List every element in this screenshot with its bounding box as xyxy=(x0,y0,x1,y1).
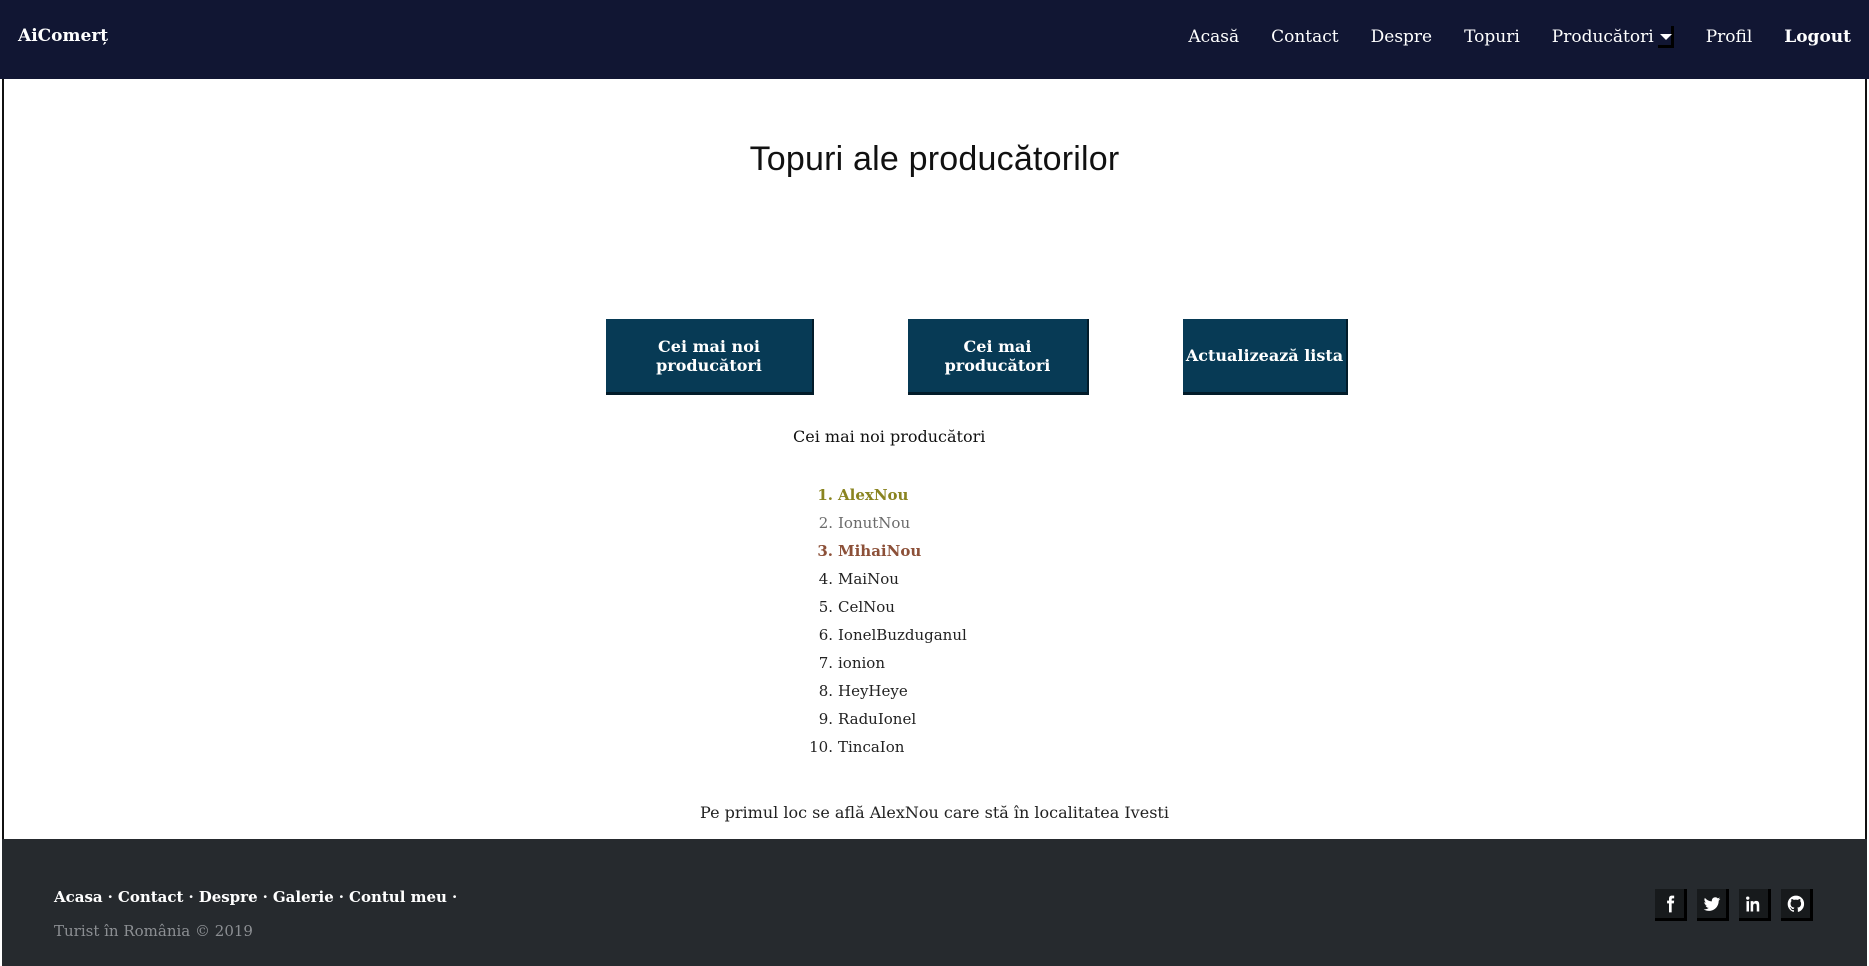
producer-name: IonutNou xyxy=(838,514,911,532)
ranking-item-5: 5. CelNou xyxy=(800,593,967,621)
footer-link-about[interactable]: Despre xyxy=(199,888,258,906)
chevron-down-icon[interactable] xyxy=(1657,26,1674,48)
nav-links: Acasă Contact Despre Topuri Producători … xyxy=(1156,26,1851,48)
ranking-item-8: 8. HeyHeye xyxy=(800,677,967,705)
twitter-icon[interactable] xyxy=(1697,889,1729,921)
producer-name: CelNou xyxy=(838,598,895,616)
nav-profile[interactable]: Profil xyxy=(1706,27,1753,47)
rank-number: 5. xyxy=(818,598,833,616)
ranking-item-1: 1. AlexNou xyxy=(800,481,967,509)
footer-link-gallery[interactable]: Galerie xyxy=(273,888,334,906)
nav-contact[interactable]: Contact xyxy=(1271,27,1339,47)
ranking-item-6: 6. IonelBuzduganul xyxy=(800,621,967,649)
rank-number: 7. xyxy=(818,654,833,672)
producer-name: MihaiNou xyxy=(838,542,922,560)
producer-name: MaiNou xyxy=(838,570,899,588)
ranking-item-7: 7. ionion xyxy=(800,649,967,677)
footer-link-account[interactable]: Contul meu xyxy=(349,888,447,906)
ranking-item-10: 10. TincaIon xyxy=(800,733,967,761)
nav-logout[interactable]: Logout xyxy=(1784,27,1851,47)
ranking-item-4: 4. MaiNou xyxy=(800,565,967,593)
facebook-icon[interactable] xyxy=(1655,889,1687,921)
rank-number: 1. xyxy=(817,486,833,504)
footer-link-contact[interactable]: Contact xyxy=(118,888,184,906)
rank-number: 3. xyxy=(817,542,833,560)
rank-number: 6. xyxy=(818,626,833,644)
ranking-item-9: 9. RaduIonel xyxy=(800,705,967,733)
first-place-text: Pe primul loc se află AlexNou care stă î… xyxy=(700,803,1169,822)
newest-producers-button[interactable]: Cei mai noi producători xyxy=(606,319,814,395)
footer-separator: · xyxy=(338,888,345,906)
nav-producers-label: Producători xyxy=(1551,27,1654,47)
rank-number: 4. xyxy=(818,570,833,588)
list-title: Cei mai noi producători xyxy=(793,427,986,446)
page-title: Topuri ale producătorilor xyxy=(749,140,1120,178)
producer-name: RaduIonel xyxy=(838,710,917,728)
ranking-item-2: 2. IonutNou xyxy=(800,509,967,537)
producer-name: ionion xyxy=(838,654,885,672)
top-producers-button[interactable]: Cei mai producători xyxy=(908,319,1089,395)
rank-number: 9. xyxy=(818,710,833,728)
linkedin-icon[interactable] xyxy=(1739,889,1771,921)
footer-separator: · xyxy=(262,888,268,906)
nav-tops[interactable]: Topuri xyxy=(1464,27,1520,47)
top-navbar: AiComerț Acasă Contact Despre Topuri Pro… xyxy=(0,0,1869,79)
nav-producers-dropdown[interactable]: Producători xyxy=(1552,26,1674,48)
brand-logo[interactable]: AiComerț xyxy=(18,26,108,46)
rank-number: 8. xyxy=(818,682,833,700)
refresh-list-button[interactable]: Actualizează lista xyxy=(1183,319,1348,395)
nav-about[interactable]: Despre xyxy=(1371,27,1432,47)
footer-links: Acasa · Contact · Despre · Galerie · Con… xyxy=(54,888,462,906)
producer-name: TincaIon xyxy=(838,738,905,756)
rank-number: 10. xyxy=(809,738,833,756)
nav-home[interactable]: Acasă xyxy=(1188,27,1239,47)
producer-ranking-list: 1. AlexNou 2. IonutNou 3. MihaiNou 4. Ma… xyxy=(800,481,967,761)
footer: Acasa · Contact · Despre · Galerie · Con… xyxy=(0,839,1869,966)
footer-separator: · xyxy=(107,888,113,906)
github-icon[interactable] xyxy=(1781,889,1813,921)
producer-name: AlexNou xyxy=(838,486,909,504)
footer-link-home[interactable]: Acasa xyxy=(54,888,103,906)
social-links xyxy=(1645,889,1813,921)
ranking-item-3: 3. MihaiNou xyxy=(800,537,967,565)
footer-separator: · xyxy=(451,888,458,906)
producer-name: IonelBuzduganul xyxy=(838,626,967,644)
copyright-text: Turist în România © 2019 xyxy=(54,922,253,940)
footer-separator: · xyxy=(188,888,194,906)
rank-number: 2. xyxy=(818,514,833,532)
producer-name: HeyHeye xyxy=(838,682,908,700)
